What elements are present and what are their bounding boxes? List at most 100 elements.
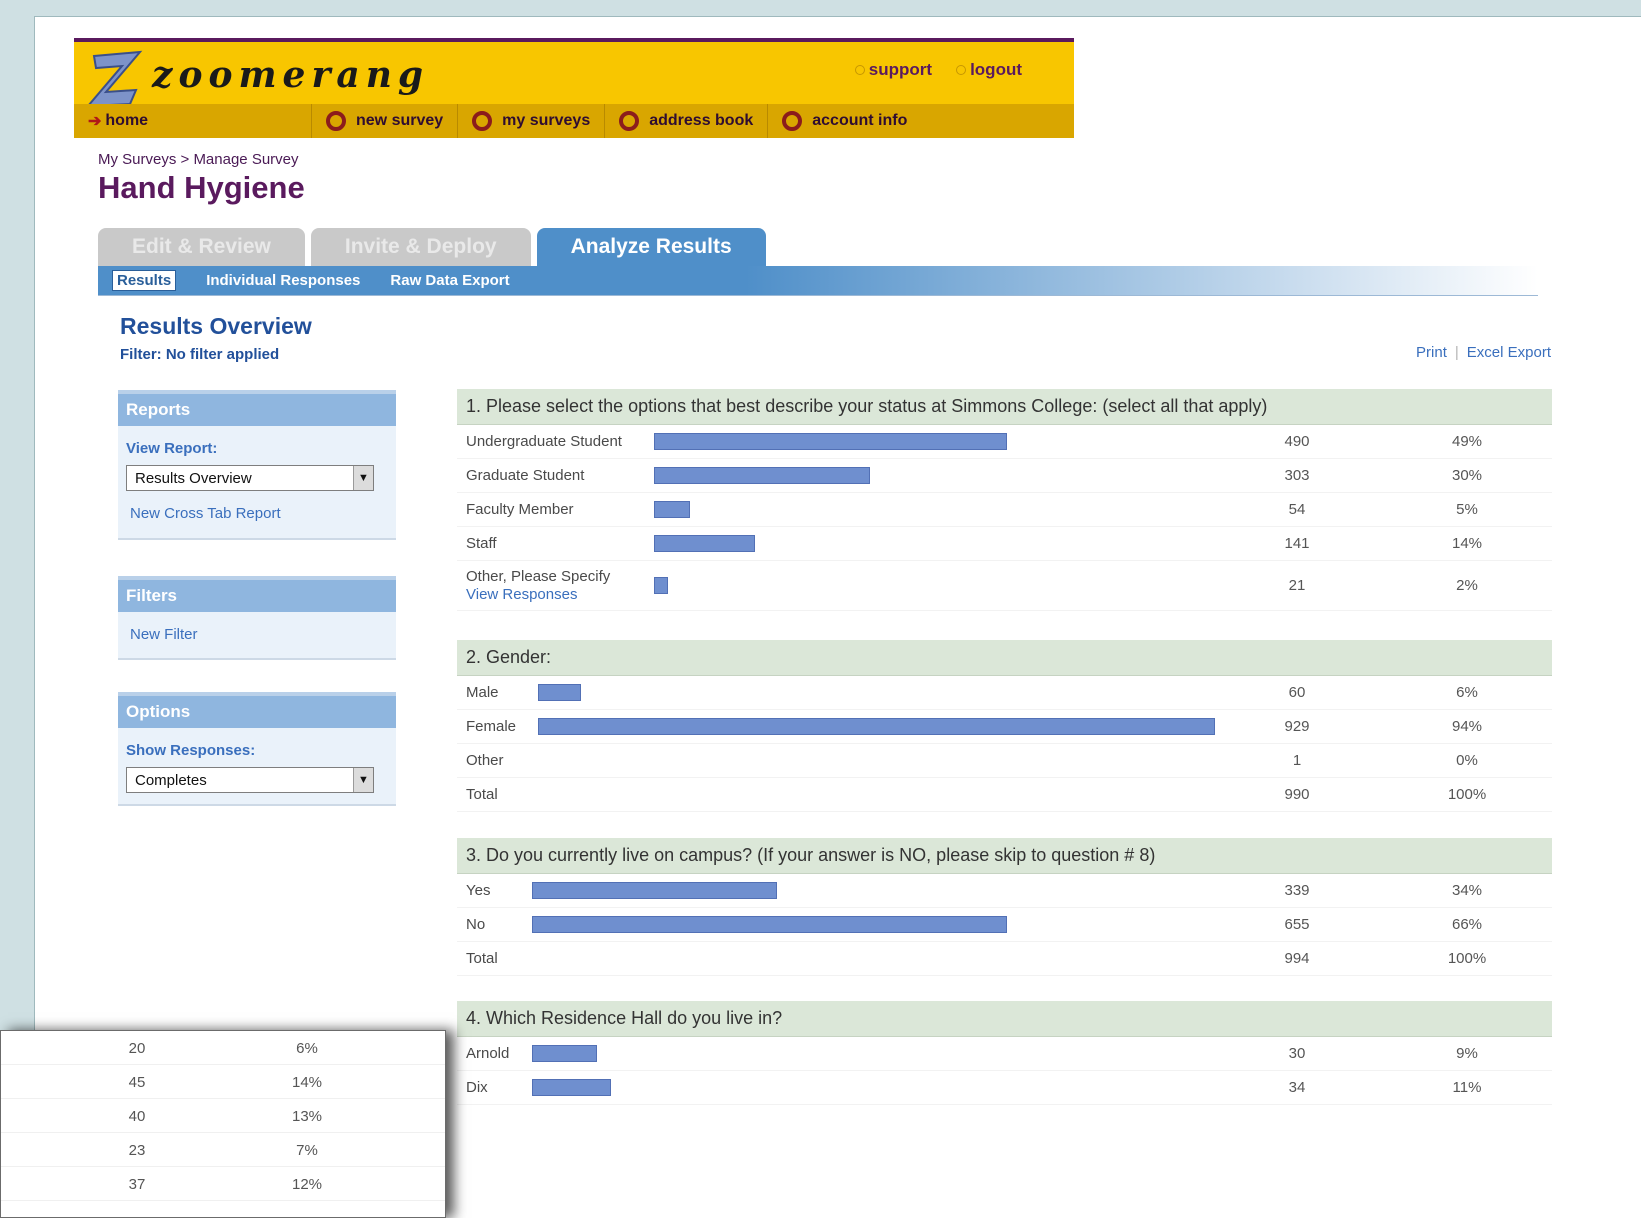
answer-label: Faculty Member	[466, 500, 574, 518]
answer-count: 929	[1284, 718, 1310, 735]
subtab-raw-data-export[interactable]: Raw Data Export	[390, 272, 509, 289]
brand-name: zoomerang	[152, 54, 430, 96]
filters-panel: Filters New Filter	[118, 576, 396, 660]
page-title: Hand Hygiene	[98, 170, 305, 205]
main-nav: ➔ home new survey my surveys address boo…	[74, 104, 1074, 138]
overlay-row: 37 12%	[1, 1167, 445, 1201]
logout-link[interactable]: logout	[956, 60, 1022, 80]
nav-new-survey[interactable]: new survey	[312, 104, 459, 138]
question-block: 3. Do you currently live on campus? (If …	[457, 838, 1552, 976]
answer-count: 303	[1284, 467, 1310, 484]
answer-row: Graduate Student 303 30%	[457, 459, 1552, 493]
answer-percent: 94%	[1451, 718, 1483, 735]
answer-row: Other, Please Specify View Responses 21 …	[457, 561, 1552, 611]
total-label: Total	[466, 949, 498, 967]
support-label: support	[868, 60, 933, 79]
ring-icon	[472, 111, 493, 131]
ring-icon	[619, 111, 640, 131]
answer-percent: 66%	[1451, 916, 1483, 933]
result-bar	[654, 467, 870, 484]
answer-percent: 5%	[1456, 501, 1478, 518]
new-filter-link[interactable]: New Filter	[130, 626, 396, 643]
overlay-percent: 7%	[296, 1142, 318, 1159]
answer-row: Undergraduate Student 490 49%	[457, 425, 1552, 459]
total-percent: 100%	[1447, 786, 1487, 803]
total-count: 990	[1284, 786, 1310, 803]
answer-count: 490	[1284, 433, 1310, 450]
nav-home[interactable]: ➔ home	[74, 104, 312, 138]
show-responses-label: Show Responses:	[126, 742, 256, 759]
reports-panel-title: Reports	[118, 390, 396, 426]
nav-account-info[interactable]: account info	[768, 104, 921, 138]
brand-header: zoomerang support logout ➔ home new surv…	[74, 38, 1074, 138]
answer-percent: 6%	[1456, 684, 1478, 701]
result-bar	[532, 882, 777, 899]
filter-status: Filter: No filter applied	[120, 346, 280, 363]
total-row: Total 994 100%	[457, 942, 1552, 976]
answer-label: Other	[466, 751, 504, 769]
total-row: Total 990 100%	[457, 778, 1552, 812]
question-block: 1. Please select the options that best d…	[457, 389, 1552, 611]
answer-label: No	[466, 915, 486, 933]
answer-row: Faculty Member 54 5%	[457, 493, 1552, 527]
subtab-individual-responses[interactable]: Individual Responses	[206, 272, 360, 289]
show-responses-value: Completes	[135, 771, 207, 789]
result-bar	[538, 684, 581, 701]
tab-edit-review[interactable]: Edit & Review	[98, 228, 305, 266]
overlay-count: 37	[128, 1176, 146, 1193]
answer-percent: 49%	[1451, 433, 1483, 450]
view-report-value: Results Overview	[135, 469, 252, 487]
overlay-count: 40	[128, 1108, 146, 1125]
nav-my-surveys[interactable]: my surveys	[458, 104, 606, 138]
view-responses-link[interactable]: View Responses	[466, 586, 610, 604]
total-label: Total	[466, 785, 498, 803]
answer-percent: 11%	[1452, 1079, 1482, 1096]
excel-export-link[interactable]: Excel Export	[1467, 344, 1551, 361]
overlay-row: 23 7%	[1, 1133, 445, 1167]
breadcrumb[interactable]: My Surveys > Manage Survey	[98, 151, 299, 168]
answer-row: Female 929 94%	[457, 710, 1552, 744]
filters-panel-title: Filters	[118, 576, 396, 612]
support-link[interactable]: support	[854, 60, 933, 80]
overlay-row: 40 13%	[1, 1099, 445, 1133]
question-block: 4. Which Residence Hall do you live in? …	[457, 1001, 1552, 1105]
chevron-down-icon[interactable]: ▼	[353, 466, 373, 490]
result-bar	[654, 577, 668, 594]
utility-links: support logout	[854, 60, 1022, 80]
overlay-percent: 12%	[291, 1176, 323, 1193]
zoomed-results-overlay: 20 6% 45 14% 40 13% 23 7% 37 12%	[0, 1030, 446, 1218]
result-bar	[654, 535, 755, 552]
print-link[interactable]: Print	[1416, 344, 1447, 361]
tab-analyze-results[interactable]: Analyze Results	[536, 228, 766, 266]
reports-panel: Reports View Report: Results Overview ▼ …	[118, 390, 396, 540]
answer-percent: 34%	[1451, 882, 1483, 899]
answer-percent: 0%	[1456, 752, 1478, 769]
new-cross-tab-report-link[interactable]: New Cross Tab Report	[130, 505, 396, 522]
zoomerang-logo-icon[interactable]	[84, 48, 146, 108]
answer-count: 60	[1288, 684, 1306, 701]
result-bar	[532, 1045, 597, 1062]
ring-icon	[326, 111, 346, 131]
result-bar	[532, 916, 1007, 933]
results-overview-title: Results Overview	[120, 313, 312, 339]
view-report-label: View Report:	[126, 440, 218, 457]
total-count: 994	[1284, 950, 1310, 967]
nav-address-book[interactable]: address book	[605, 104, 769, 138]
answer-label: Dix	[466, 1078, 488, 1096]
answer-count: 21	[1288, 577, 1306, 594]
subtab-bar: Results Individual Responses Raw Data Ex…	[98, 266, 1538, 296]
chevron-down-icon[interactable]: ▼	[353, 768, 373, 792]
arrow-right-icon: ➔	[88, 113, 102, 130]
question-block: 2. Gender: Male 60 6% Female 929 94% Oth…	[457, 640, 1552, 812]
subtab-results[interactable]: Results	[112, 270, 177, 291]
show-responses-select[interactable]: Completes ▼	[126, 767, 374, 793]
result-bar	[654, 433, 1007, 450]
answer-row: Staff 141 14%	[457, 527, 1552, 561]
result-bar	[532, 1079, 611, 1096]
tab-invite-deploy[interactable]: Invite & Deploy	[310, 228, 531, 266]
question-title: 3. Do you currently live on campus? (If …	[457, 838, 1552, 874]
view-report-select[interactable]: Results Overview ▼	[126, 465, 374, 491]
ring-icon	[782, 111, 803, 131]
bullet-icon	[854, 65, 865, 75]
answer-label: Other, Please Specify View Responses	[466, 568, 610, 604]
